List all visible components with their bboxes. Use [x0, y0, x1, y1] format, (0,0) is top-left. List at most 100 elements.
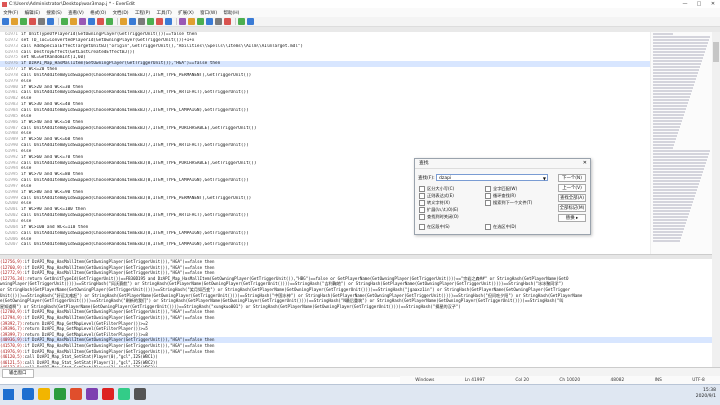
toolbar-button-icon[interactable] — [147, 18, 154, 25]
option-label: 循环查找(R) — [493, 193, 516, 198]
menu-edit[interactable]: 编辑(E) — [21, 10, 43, 16]
taskbar-app-icon[interactable] — [38, 388, 50, 400]
replace-toggle-button[interactable]: 替换 ▸ — [558, 214, 586, 222]
result-text: return DzAPI_Map_GetMapLevel(GetFilterPl… — [24, 320, 148, 326]
line-text: else — [21, 219, 32, 224]
system-tray-clock[interactable]: 15:38 2020/9/1 — [696, 388, 716, 400]
result-text: Unit())))==StringHash("好运太难赶") or String… — [0, 292, 583, 298]
toolbar-button-icon[interactable] — [38, 18, 45, 25]
taskbar-app-icon[interactable] — [134, 388, 146, 400]
start-button[interactable] — [3, 389, 14, 400]
toolbar-button-icon[interactable] — [238, 18, 245, 25]
toolbar-button-icon[interactable] — [129, 18, 136, 25]
menu-tools[interactable]: 工具(T) — [153, 10, 175, 16]
toolbar-button-icon[interactable] — [188, 18, 195, 25]
toolbar-button-icon[interactable] — [11, 18, 18, 25]
minimap-line — [653, 219, 687, 221]
minimap-line — [653, 99, 689, 101]
line-text: if WC>100 and WC<=110 then — [21, 224, 89, 230]
toolbar-button-icon[interactable] — [2, 18, 9, 25]
minimap-line — [653, 90, 692, 92]
minimap-line — [653, 81, 695, 83]
toolbar-button-icon[interactable] — [197, 18, 204, 25]
toolbar-button-icon[interactable] — [206, 18, 213, 25]
find-all-button[interactable]: 查找全部(A) — [558, 194, 586, 202]
taskbar-app-icon[interactable] — [22, 388, 34, 400]
vertical-scrollbar[interactable] — [712, 32, 720, 367]
menu-file[interactable]: 文件(F) — [0, 10, 21, 16]
in-selection-checkbox[interactable]: 在选区中(D) — [485, 224, 516, 230]
output-window-tab[interactable]: 输出窗口 — [2, 369, 34, 378]
find-label: 查找(F): — [418, 176, 435, 181]
find-next-button[interactable]: 下一个(N) — [558, 174, 586, 182]
menu-project[interactable]: 工程(P) — [132, 10, 154, 16]
next-file-checkbox[interactable]: 搜索到下一个文件(T) — [485, 200, 532, 206]
result-location: (46120,5): — [0, 354, 25, 360]
minimap[interactable] — [650, 32, 713, 254]
taskbar-app-icon[interactable] — [54, 388, 66, 400]
match-case-checkbox[interactable]: 区分大小写(C) — [419, 186, 454, 192]
toolbar-button-icon[interactable] — [79, 18, 86, 25]
toolbar-button-icon[interactable] — [156, 18, 163, 25]
whole-word-checkbox[interactable]: 全字匹配(W) — [485, 186, 517, 192]
menu-view[interactable]: 查看(V) — [65, 10, 87, 16]
minimap-line — [653, 111, 685, 113]
line-text: call UnitAddItemByIdSwapped(ChooseRandom… — [21, 143, 249, 149]
minimap-line — [653, 75, 697, 77]
toolbar-button-icon[interactable] — [120, 18, 127, 25]
menu-help[interactable]: 帮助(H) — [220, 10, 242, 16]
toolbar-button-icon[interactable] — [247, 18, 254, 25]
minimap-line — [653, 39, 709, 41]
toolbar-button-icon[interactable] — [97, 18, 104, 25]
toolbar-button-icon[interactable] — [88, 18, 95, 25]
option-label: 搜索到下一个文件(T) — [493, 200, 533, 205]
close-button[interactable]: ✕ — [706, 0, 720, 8]
toolbar-button-icon[interactable] — [138, 18, 145, 25]
toolbar-button-icon[interactable] — [47, 18, 54, 25]
scrollbar-thumb[interactable] — [713, 42, 719, 62]
minimap-line — [653, 96, 690, 98]
toolbar-button-icon[interactable] — [224, 18, 231, 25]
escape-checkbox[interactable]: 转义字符(X) — [419, 200, 450, 206]
minimap-line — [653, 162, 706, 164]
mark-all-button[interactable]: 全部标记(M) — [558, 204, 586, 212]
line-text: call DestroyEffect(GetLastCreatedEffectB… — [21, 49, 135, 55]
toolbar-button-icon[interactable] — [20, 18, 27, 25]
minimize-button[interactable]: — — [678, 0, 692, 8]
wrap-around-checkbox[interactable]: 循环查找(R) — [485, 193, 516, 199]
find-previous-button[interactable]: 上一个(V) — [558, 184, 586, 192]
line-text: if UnitTypeOfPlayerId(GetOwningPlayer(Ge… — [21, 32, 197, 37]
menu-search[interactable]: 搜索(S) — [43, 10, 65, 16]
find-input[interactable]: dzapi ▼ — [436, 174, 548, 181]
taskbar-app-icon[interactable] — [86, 388, 98, 400]
menu-window[interactable]: 窗口(W) — [197, 10, 220, 16]
close-on-find-checkbox[interactable]: 查找到时关闭(O) — [419, 214, 459, 220]
in-section-checkbox[interactable]: 在区段中(S) — [419, 224, 450, 230]
minimap-line — [653, 210, 690, 212]
output-panel[interactable]: (12756,9):if DzAPI_Map_HasMallItem(GetOw… — [0, 259, 712, 367]
code-line[interactable]: 62007 call UnitAddItemByIdSwapped(ChooseR… — [0, 242, 650, 248]
minimap-line — [653, 180, 700, 182]
menu-format[interactable]: 格式(O) — [87, 10, 109, 16]
menu-document[interactable]: 文档(D) — [109, 10, 131, 16]
toolbar-button-icon[interactable] — [215, 18, 222, 25]
maximize-button[interactable]: □ — [692, 0, 706, 8]
chevron-down-icon[interactable]: ▼ — [543, 175, 546, 182]
regex-checkbox[interactable]: 正则表达式(E) — [419, 193, 454, 199]
line-text: if DzAPI_Map_HasMallItem(GetOwningPlayer… — [21, 61, 221, 67]
toolbar-button-icon[interactable] — [106, 18, 113, 25]
close-icon[interactable]: ✕ — [583, 159, 587, 168]
toolbar-button-icon[interactable] — [29, 18, 36, 25]
extended-checkbox[interactable]: 扩展(\n,\t,\0)(E) — [419, 207, 458, 213]
taskbar-app-icon[interactable] — [118, 388, 130, 400]
result-text: e(GetOwningPlayer(GetTriggerUnit())))==S… — [0, 298, 564, 304]
toolbar-button-icon[interactable] — [70, 18, 77, 25]
toolbar-button-icon[interactable] — [179, 18, 186, 25]
toolbar-button-icon[interactable] — [61, 18, 68, 25]
menu-extensions[interactable]: 扩展(X) — [175, 10, 197, 16]
minimap-line — [653, 72, 698, 74]
taskbar-app-icon[interactable] — [70, 388, 82, 400]
toolbar-button-icon[interactable] — [165, 18, 172, 25]
taskbar-app-icon[interactable] — [102, 388, 114, 400]
minimap-line — [653, 156, 708, 158]
